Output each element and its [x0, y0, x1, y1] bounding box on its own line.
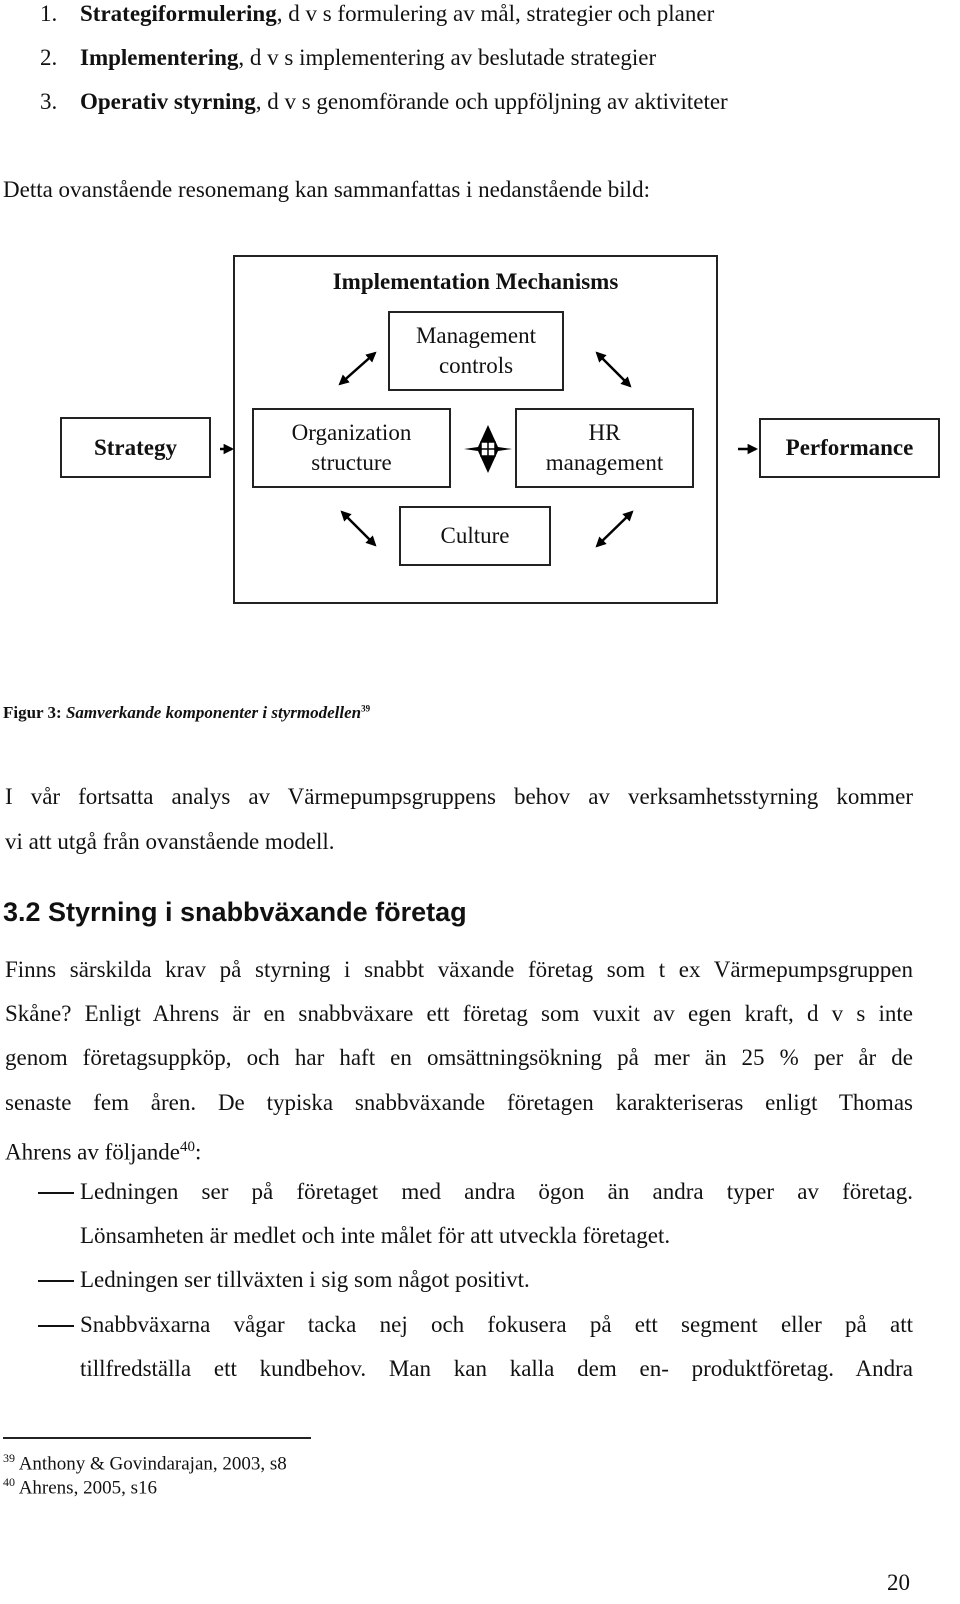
- paragraph1-line2: vi att utgå från ovanstående modell.: [5, 829, 335, 854]
- figure-caption: Figur 3: Samverkande komponenter i styrm…: [3, 703, 370, 723]
- figure-title: Samverkande komponenter i styrmodellen: [65, 703, 362, 722]
- paragraph2-last-tail: :: [195, 1139, 202, 1165]
- list-term: Implementering: [80, 45, 239, 70]
- footnote-ref-40: 40: [180, 1139, 195, 1155]
- bullet1-line1: Ledningen ser på företaget med andra ögo…: [80, 1179, 913, 1204]
- bullet3-line1: Snabbväxarna vågar tacka nej och fokuser…: [80, 1312, 913, 1337]
- paragraph2-last-text: Ahrens av följande: [5, 1139, 180, 1165]
- footnote-number: 39: [3, 1451, 15, 1465]
- footnote-ref-39: 39: [361, 703, 371, 714]
- double-arrow-top-right: [595, 351, 632, 388]
- section-heading: 3.2 Styrning i snabbväxande företag: [3, 897, 467, 927]
- list-number: 3.: [40, 89, 58, 114]
- bullet2-line1: Ledningen ser tillväxten i sig som något…: [80, 1267, 530, 1292]
- bullet-dash-icon: [38, 1280, 74, 1282]
- bullet1-line2: Lönsamheten är medlet och inte målet för…: [80, 1223, 671, 1248]
- list-term: Strategiformulering: [80, 1, 277, 26]
- figure-label: Figur 3:: [3, 703, 62, 722]
- double-arrow-top-left: [338, 351, 377, 386]
- paragraph1-line1: I vår fortsatta analys av Värmepumpsgrup…: [5, 784, 913, 809]
- footnote-40: 40 Ahrens, 2005, s16: [3, 1470, 157, 1500]
- paragraph2-line2: Skåne? Enligt Ahrens är en snabbväxare e…: [5, 1001, 913, 1026]
- four-way-arrow-icon: [464, 425, 512, 473]
- intro-text: Detta ovanstående resonemang kan sammanf…: [3, 177, 650, 202]
- bullet-dash-icon: [38, 1325, 74, 1327]
- double-arrow-bottom-left: [340, 510, 377, 547]
- diagram-arrows: [220, 351, 759, 548]
- list-description: , d v s formulering av mål, strategier o…: [276, 1, 715, 26]
- list-number: 2.: [40, 45, 58, 70]
- paragraph2-line1: Finns särskilda krav på styrning i snabb…: [5, 957, 913, 982]
- page-number: 20: [887, 1570, 910, 1595]
- list-description: , d v s genomförande och uppföljning av …: [255, 89, 728, 114]
- bullet3-line2: tillfredställa ett kundbehov. Man kan ka…: [80, 1356, 913, 1381]
- list-description: , d v s implementering av beslutade stra…: [238, 45, 657, 70]
- footnote-divider: [3, 1437, 311, 1439]
- paragraph2-line3: genom företagsuppköp, och har haft en om…: [5, 1045, 913, 1070]
- list-number: 1.: [40, 1, 58, 26]
- paragraph2-line5: Ahrens av följande40:: [5, 1133, 201, 1167]
- double-arrow-bottom-right: [595, 510, 634, 548]
- list-term: Operativ styrning: [80, 89, 256, 114]
- footnote-text: Ahrens, 2005, s16: [18, 1477, 157, 1499]
- bullet-dash-icon: [38, 1192, 74, 1194]
- paragraph2-line4: senaste fem åren. De typiska snabbväxand…: [5, 1090, 913, 1115]
- footnote-number: 40: [3, 1475, 15, 1489]
- implementation-diagram: Implementation Mechanisms Strategy Manag…: [0, 240, 960, 630]
